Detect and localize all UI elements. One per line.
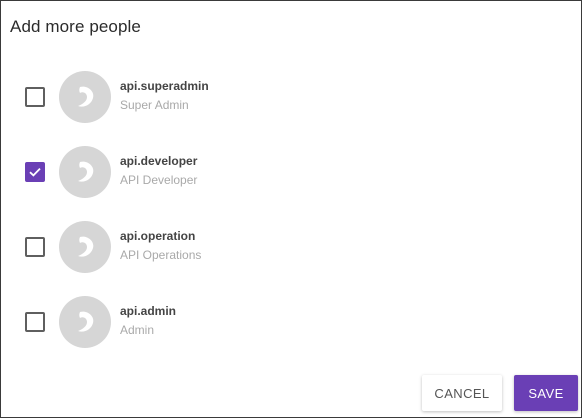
person-username: api.developer	[120, 154, 198, 168]
cancel-button[interactable]: CANCEL	[422, 375, 502, 411]
save-button[interactable]: SAVE	[514, 375, 578, 411]
person-checkbox[interactable]	[25, 162, 45, 182]
person-username: api.admin	[120, 304, 177, 318]
user-avatar-icon	[59, 221, 111, 273]
person-checkbox[interactable]	[25, 87, 45, 107]
person-role: API Operations	[120, 248, 202, 262]
user-avatar-icon	[59, 146, 111, 198]
dialog-title: Add more people	[10, 17, 141, 36]
person-row-operation[interactable]: api.operation API Operations	[1, 211, 581, 286]
user-avatar-icon	[59, 296, 111, 348]
checkmark-icon	[29, 167, 41, 177]
person-role: Admin	[120, 323, 155, 337]
person-checkbox[interactable]	[25, 237, 45, 257]
person-checkbox[interactable]	[25, 312, 45, 332]
person-role: Super Admin	[120, 98, 189, 112]
person-role: API Developer	[120, 173, 198, 187]
person-username: api.superadmin	[120, 79, 209, 93]
person-row-developer[interactable]: api.developer API Developer	[1, 136, 581, 211]
add-people-dialog: Add more people api.superadmin Super Adm…	[0, 0, 582, 418]
person-row-superadmin[interactable]: api.superadmin Super Admin	[1, 61, 581, 136]
user-avatar-icon	[59, 71, 111, 123]
person-row-admin[interactable]: api.admin Admin	[1, 286, 581, 361]
person-username: api.operation	[120, 229, 196, 243]
people-list: api.superadmin Super Admin api.developer…	[1, 61, 581, 361]
